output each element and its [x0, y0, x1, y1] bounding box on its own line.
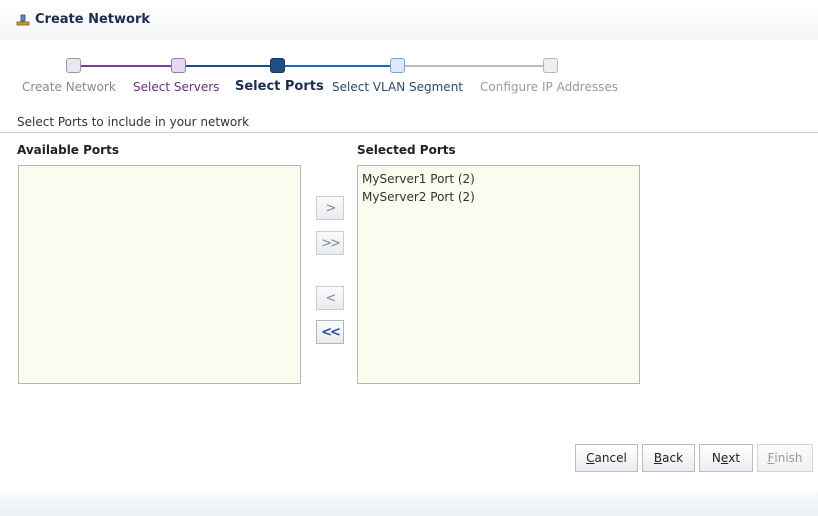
next-label: xt: [728, 451, 741, 465]
train-connector: [178, 65, 277, 67]
move-left-button[interactable]: <: [316, 286, 344, 310]
divider: [0, 132, 818, 133]
train-label-create-network[interactable]: Create Network: [22, 80, 116, 94]
move-right-icon: >: [325, 200, 337, 216]
next-mnemonic: e: [720, 451, 729, 465]
train-stop-create-network[interactable]: [66, 58, 81, 73]
selected-ports-header: Selected Ports: [357, 143, 456, 157]
back-button[interactable]: Back: [642, 444, 695, 472]
move-left-icon: <: [325, 290, 337, 306]
train-stop-select-servers[interactable]: [171, 58, 186, 73]
title-text: Create Network: [35, 12, 151, 27]
train-connector: [74, 65, 178, 67]
train-stop-configure-ip: [543, 58, 558, 73]
next-button[interactable]: Ne xt: [699, 444, 753, 472]
list-item[interactable]: MyServer2 Port (2): [362, 188, 635, 206]
move-all-right-button[interactable]: >>: [316, 231, 344, 255]
cancel-label: ancel: [594, 451, 627, 465]
train-connector: [277, 65, 397, 67]
finish-button: Finish: [757, 444, 813, 472]
page-title: Create Network: [16, 12, 150, 27]
back-mnemonic: B: [653, 451, 663, 465]
train-stop-select-vlan-segment[interactable]: [390, 58, 405, 73]
cancel-button[interactable]: Cancel: [575, 444, 638, 472]
finish-mnemonic: F: [767, 451, 775, 465]
next-prefix: N: [711, 451, 721, 465]
move-all-left-icon: <<: [321, 324, 341, 340]
train-label-configure-ip: Configure IP Addresses: [480, 80, 618, 94]
train-label-select-vlan-segment[interactable]: Select VLAN Segment: [332, 80, 463, 94]
train-label-select-ports: Select Ports: [235, 79, 324, 94]
available-ports-list[interactable]: [18, 165, 301, 384]
instruction-text: Select Ports to include in your network: [17, 115, 250, 129]
back-label: ack: [662, 451, 684, 465]
footer-band: [0, 492, 818, 516]
train-label-select-servers[interactable]: Select Servers: [133, 80, 219, 94]
train-connector: [397, 65, 550, 67]
cancel-mnemonic: C: [586, 451, 595, 465]
dialog-header: Create Network: [0, 0, 818, 40]
finish-label: inish: [774, 451, 803, 465]
available-ports-header: Available Ports: [17, 143, 119, 157]
selected-ports-list[interactable]: MyServer1 Port (2) MyServer2 Port (2): [357, 165, 640, 384]
move-right-button[interactable]: >: [316, 196, 344, 220]
wizard-train: Create Network Select Servers Select Por…: [0, 52, 818, 102]
list-item[interactable]: MyServer1 Port (2): [362, 170, 635, 188]
train-stop-select-ports: [270, 58, 285, 73]
network-icon: [16, 14, 30, 25]
move-all-right-icon: >>: [321, 235, 341, 251]
move-all-left-button[interactable]: <<: [316, 320, 344, 344]
